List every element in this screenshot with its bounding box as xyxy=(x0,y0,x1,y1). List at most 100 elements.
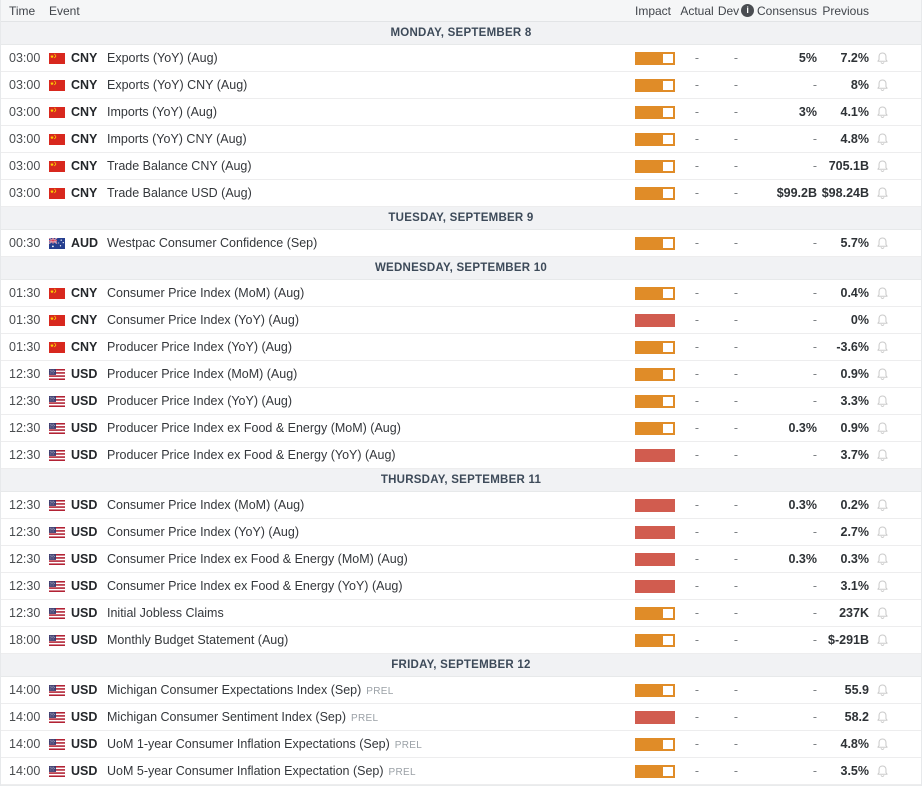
bell-icon[interactable] xyxy=(875,737,890,752)
currency-code: USD xyxy=(71,633,98,647)
event-row[interactable]: 03:00 xyxy=(1,99,921,126)
actual-value: - xyxy=(694,340,700,354)
previous-value: 0% xyxy=(850,313,869,327)
previous-value: 0.9% xyxy=(840,367,870,381)
previous-value: 55.9 xyxy=(844,683,869,697)
event-row[interactable]: 14:00 xyxy=(1,704,921,731)
event-row[interactable]: 12:30 xyxy=(1,492,921,519)
day-header: MONDAY, SEPTEMBER 8 xyxy=(1,22,921,45)
currency-code: USD xyxy=(71,579,98,593)
event-row[interactable]: 03:00 xyxy=(1,153,921,180)
bell-icon[interactable] xyxy=(875,525,890,540)
deviation-value: - xyxy=(733,159,739,173)
bell-icon[interactable] xyxy=(875,683,890,698)
event-row[interactable]: 12:30 xyxy=(1,573,921,600)
actual-value: - xyxy=(694,286,700,300)
actual-value: - xyxy=(694,186,700,200)
impact-cell xyxy=(635,737,679,751)
event-name: Exports (YoY) CNY (Aug) xyxy=(107,78,248,92)
impact-empty-segment xyxy=(661,186,675,200)
bell-icon[interactable] xyxy=(875,552,890,567)
actual-value: - xyxy=(694,132,700,146)
alert-cell xyxy=(869,367,895,382)
impact-indicator xyxy=(635,313,675,327)
deviation-value: - xyxy=(733,552,739,566)
bell-icon[interactable] xyxy=(875,51,890,66)
bell-icon[interactable] xyxy=(875,606,890,621)
bell-icon[interactable] xyxy=(875,498,890,513)
event-row[interactable]: 03:00 xyxy=(1,126,921,153)
usa-flag-icon xyxy=(49,499,65,511)
bell-icon[interactable] xyxy=(875,633,890,648)
consensus-value: 0.3% xyxy=(788,498,818,512)
bell-icon[interactable] xyxy=(875,340,890,355)
impact-filled-segment xyxy=(635,683,661,697)
consensus-value: - xyxy=(812,764,817,778)
bell-icon[interactable] xyxy=(875,421,890,436)
impact-empty-segment xyxy=(661,633,675,647)
bell-icon[interactable] xyxy=(875,367,890,382)
china-flag-icon xyxy=(49,341,65,353)
currency-code: USD xyxy=(71,525,98,539)
bell-icon[interactable] xyxy=(875,286,890,301)
event-row[interactable]: 01:30 xyxy=(1,307,921,334)
deviation-value: - xyxy=(733,448,739,462)
event-time: 14:00 xyxy=(9,683,41,697)
usa-flag-icon xyxy=(49,449,65,461)
event-name: UoM 5-year Consumer Inflation Expectatio… xyxy=(107,764,384,778)
event-row[interactable]: 01:30 xyxy=(1,334,921,361)
event-row[interactable]: 18:00 USD Monthly Budget Statement (Aug)… xyxy=(1,627,921,654)
event-row[interactable]: 01:30 xyxy=(1,280,921,307)
impact-indicator xyxy=(635,448,675,462)
event-row[interactable]: 14:00 xyxy=(1,677,921,704)
bell-icon[interactable] xyxy=(875,159,890,174)
bell-icon[interactable] xyxy=(875,710,890,725)
impact-cell xyxy=(635,186,679,200)
column-header-actual: Actual xyxy=(680,3,714,18)
impact-cell xyxy=(635,448,679,462)
bell-icon[interactable] xyxy=(875,78,890,93)
event-row[interactable]: 12:30 xyxy=(1,600,921,627)
day-header-label: WEDNESDAY, SEPTEMBER 10 xyxy=(374,262,548,274)
bell-icon[interactable] xyxy=(875,236,890,251)
event-row[interactable]: 12:30 xyxy=(1,442,921,469)
event-row[interactable]: 03:00 xyxy=(1,180,921,207)
deviation-value: - xyxy=(733,683,739,697)
event-time: 12:30 xyxy=(9,421,41,435)
event-name: Trade Balance USD (Aug) xyxy=(107,186,252,200)
event-name: Imports (YoY) (Aug) xyxy=(107,105,217,119)
bell-icon[interactable] xyxy=(875,186,890,201)
bell-icon[interactable] xyxy=(875,394,890,409)
impact-filled-segment xyxy=(635,186,661,200)
impact-filled-segment xyxy=(635,737,661,751)
bell-icon[interactable] xyxy=(875,764,890,779)
event-row[interactable]: 00:30 AUD Westpac Consumer Confidence (S… xyxy=(1,230,921,257)
currency-flag xyxy=(49,499,71,511)
event-time: 03:00 xyxy=(9,78,41,92)
event-row[interactable]: 12:30 xyxy=(1,388,921,415)
event-row[interactable]: 12:30 xyxy=(1,361,921,388)
bell-icon[interactable] xyxy=(875,579,890,594)
previous-value: 3.5% xyxy=(840,764,870,778)
impact-cell xyxy=(635,421,679,435)
day-header: FRIDAY, SEPTEMBER 12 xyxy=(1,654,921,677)
event-time: 03:00 xyxy=(9,105,41,119)
event-row[interactable]: 03:00 xyxy=(1,72,921,99)
impact-filled-segment xyxy=(635,286,661,300)
bell-icon[interactable] xyxy=(875,448,890,463)
event-row[interactable]: 12:30 xyxy=(1,415,921,442)
event-row[interactable]: 12:30 xyxy=(1,546,921,573)
bell-icon[interactable] xyxy=(875,313,890,328)
bell-icon[interactable] xyxy=(875,132,890,147)
column-header-time: Time xyxy=(9,3,36,18)
currency-flag xyxy=(49,634,71,646)
event-row[interactable]: 14:00 xyxy=(1,731,921,758)
info-icon[interactable]: i xyxy=(741,4,755,17)
event-row[interactable]: 14:00 xyxy=(1,758,921,785)
currency-code: CNY xyxy=(71,313,98,327)
event-name-cell: Consumer Price Index (YoY) (Aug) xyxy=(107,313,635,327)
event-row[interactable]: 12:30 xyxy=(1,519,921,546)
impact-empty-segment xyxy=(661,51,675,65)
event-row[interactable]: 03:00 xyxy=(1,45,921,72)
bell-icon[interactable] xyxy=(875,105,890,120)
